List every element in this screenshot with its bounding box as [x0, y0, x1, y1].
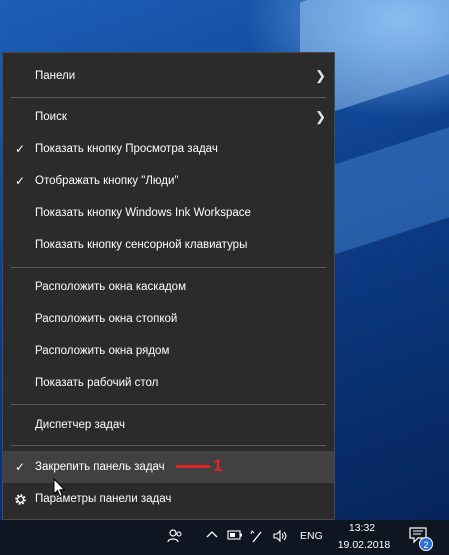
menu-item-label: Панели: [35, 70, 76, 82]
chevron-right-icon: ❯: [315, 109, 326, 124]
chevron-right-icon: ❯: [315, 68, 326, 83]
checkmark-icon: ✓: [14, 174, 26, 188]
menu-item-label: Отображать кнопку "Люди": [35, 175, 179, 187]
menu-separator: [11, 97, 326, 98]
menu-separator: [11, 267, 326, 268]
menu-item-label: Расположить окна рядом: [35, 345, 170, 357]
gear-icon: [12, 484, 28, 514]
menu-item-label: Показать рабочий стол: [35, 377, 159, 389]
people-icon[interactable]: [166, 528, 184, 546]
clock-date: 19.02.2018: [337, 539, 391, 551]
menu-item-side-by-side-windows[interactable]: Расположить окна рядом: [3, 336, 334, 366]
menu-item-cascade-windows[interactable]: Расположить окна каскадом: [3, 272, 334, 302]
menu-item-label: Расположить окна стопкой: [35, 313, 178, 325]
mouse-cursor-icon: [53, 478, 66, 498]
menu-item-label: Расположить окна каскадом: [35, 281, 186, 293]
volume-icon[interactable]: [271, 528, 289, 546]
battery-icon[interactable]: [226, 528, 244, 546]
menu-item-touch-keyboard-button[interactable]: Показать кнопку сенсорной клавиатуры: [3, 230, 334, 260]
menu-item-label: Поиск: [35, 111, 67, 123]
menu-item-ink-workspace-button[interactable]: Показать кнопку Windows Ink Workspace: [3, 198, 334, 228]
menu-item-people-button[interactable]: ✓ Отображать кнопку "Люди": [3, 166, 334, 196]
menu-item-panels[interactable]: Панели ❯: [3, 61, 334, 91]
language-indicator[interactable]: ENG: [300, 530, 323, 542]
menu-item-search[interactable]: Поиск ❯: [3, 102, 334, 132]
clock-time: 13:32: [348, 522, 376, 534]
annotation-number: 1: [213, 456, 223, 475]
menu-item-label: Показать кнопку Windows Ink Workspace: [35, 207, 251, 219]
pen-icon[interactable]: [249, 528, 265, 546]
checkmark-icon: ✓: [14, 460, 26, 474]
checkmark-icon: ✓: [14, 142, 26, 156]
notification-count-badge: 2: [419, 537, 433, 551]
taskbar-context-menu: Панели ❯ Поиск ❯ ✓ Показать кнопку Просм…: [2, 52, 335, 520]
menu-item-task-view-button[interactable]: ✓ Показать кнопку Просмотра задач: [3, 134, 334, 164]
menu-item-show-desktop[interactable]: Показать рабочий стол: [3, 368, 334, 398]
menu-item-stack-windows[interactable]: Расположить окна стопкой: [3, 304, 334, 334]
menu-item-label: Показать кнопку сенсорной клавиатуры: [35, 239, 248, 251]
chevron-up-icon[interactable]: [205, 528, 219, 546]
annotation-line: [176, 465, 210, 468]
menu-separator: [11, 445, 326, 446]
menu-item-label: Диспетчер задач: [35, 419, 125, 431]
menu-item-task-manager[interactable]: Диспетчер задач: [3, 410, 334, 440]
menu-separator: [11, 404, 326, 405]
menu-item-label: Показать кнопку Просмотра задач: [35, 143, 218, 155]
taskbar[interactable]: ENG 13:32 19.02.2018 2: [0, 520, 449, 555]
wallpaper-light-beam: [330, 114, 449, 256]
